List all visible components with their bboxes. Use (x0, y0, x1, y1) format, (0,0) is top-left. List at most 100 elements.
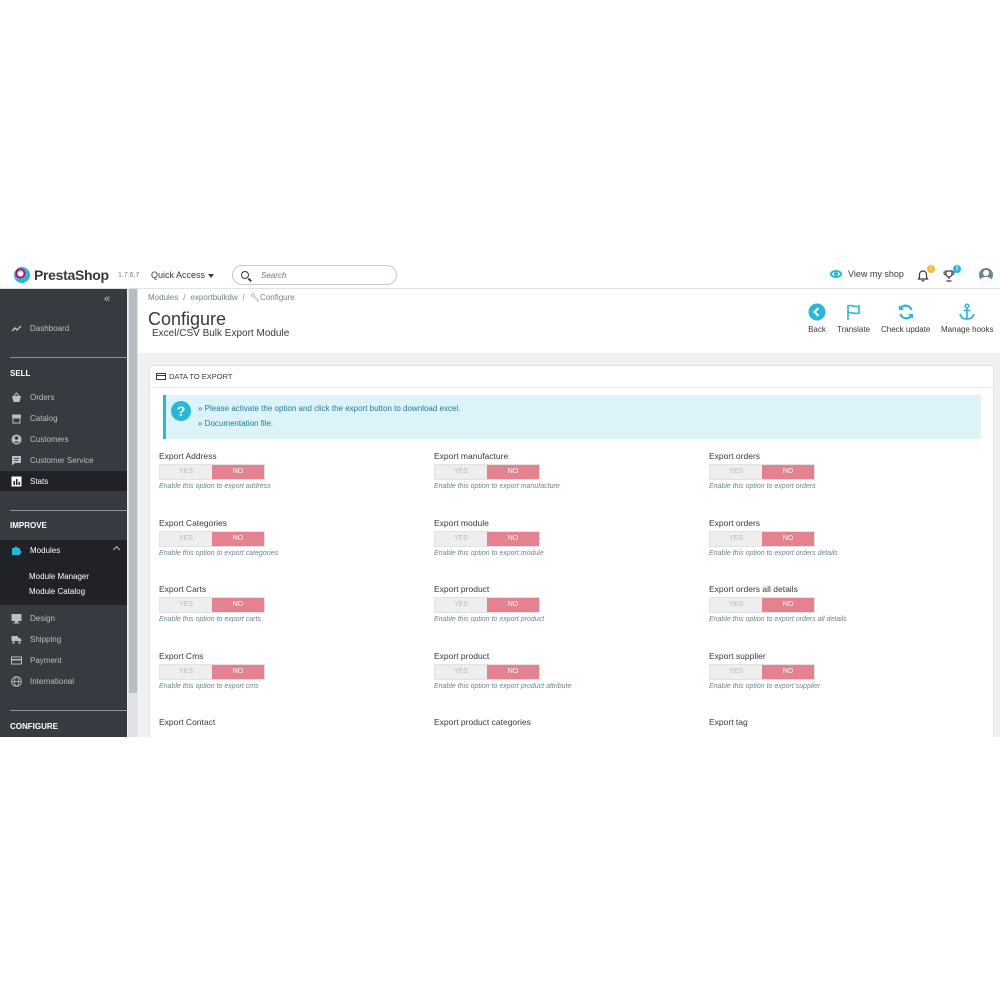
question-circle-icon: ? (171, 401, 191, 421)
sidebar-item-label: Orders (30, 392, 55, 402)
export-option-label: Export Categories (159, 518, 228, 528)
switch-yes-option[interactable]: YES (160, 598, 212, 612)
switch-yes-option[interactable]: YES (160, 465, 212, 479)
switch-yes-option[interactable]: YES (435, 532, 487, 546)
export-option: Export supplier YES NO Enable this option t… (709, 651, 969, 690)
sidebar-subitem-module-catalog[interactable]: Module Catalog (29, 587, 85, 596)
truck-icon (11, 635, 22, 644)
collapse-sidebar-icon[interactable]: « (104, 293, 110, 305)
breadcrumb-configure: 🔧︎Configure (250, 293, 295, 302)
switch-no-option[interactable]: NO (487, 465, 539, 479)
sidebar-item-label: Design (30, 613, 55, 623)
orders-notifications-button[interactable]: 2 (942, 265, 961, 283)
caret-down-icon (208, 273, 215, 278)
export-option-help: Enable this option to export cms (159, 683, 259, 690)
switch-no-option[interactable]: NO (487, 532, 539, 546)
sidebar-item-stats[interactable]: Stats (0, 471, 127, 491)
switch-no-option[interactable]: NO (487, 665, 539, 679)
export-option-help: Enable this option to export product att… (434, 683, 572, 690)
export-option-help: Enable this option to export categories (159, 550, 279, 557)
switch-yes-option[interactable]: YES (435, 598, 487, 612)
translate-button[interactable]: Translate (837, 303, 870, 334)
switch-yes-option[interactable]: YES (160, 665, 212, 679)
wrench-icon: 🔧︎ (249, 293, 261, 302)
switch-yes-option[interactable]: YES (710, 665, 762, 679)
sidebar-item-design[interactable]: Design (0, 608, 127, 628)
switch-yes-option[interactable]: YES (710, 598, 762, 612)
export-option-help: Enable this option to export supplier (709, 683, 821, 690)
panel-header: DATA TO EXPORT (150, 366, 993, 388)
globe-icon (11, 675, 22, 687)
search-input[interactable] (261, 270, 391, 280)
sidebar-item-shipping[interactable]: Shipping (0, 629, 127, 649)
export-option-label: Export product (434, 651, 490, 661)
export-option: Export product YES NO Enable this option to… (434, 651, 694, 690)
sidebar-subitem-module-manager[interactable]: Module Manager (29, 572, 89, 581)
switch-yes-option[interactable]: YES (160, 532, 212, 546)
sidebar-scrollbar[interactable] (128, 289, 138, 737)
export-option-help: Enable this option to export orders all … (709, 616, 847, 623)
credit-card-icon (156, 373, 166, 380)
sidebar-item-customers[interactable]: Customers (0, 429, 127, 449)
data-to-export-panel: DATA TO EXPORT ? » Please activate the o… (149, 365, 994, 737)
switch-no-option[interactable]: NO (212, 598, 264, 612)
switch-no-option[interactable]: NO (762, 532, 814, 546)
yes-no-switch: YES NO (159, 464, 265, 480)
switch-no-option[interactable]: NO (487, 598, 539, 612)
user-avatar[interactable] (979, 268, 993, 282)
switch-yes-option[interactable]: YES (435, 465, 487, 479)
puzzle-icon (12, 546, 22, 555)
switch-yes-option[interactable]: YES (710, 465, 762, 479)
sidebar-item-label: Payment (30, 655, 62, 665)
prestashop-admin: PrestaShop 1.7.6.7 Quick Access View my … (0, 263, 1000, 737)
sidebar-item-catalog[interactable]: Catalog (0, 408, 127, 428)
chevron-up-icon (112, 545, 121, 554)
translate-button-label: Translate (837, 325, 871, 334)
back-button[interactable]: Back (808, 303, 826, 334)
breadcrumb-modules[interactable]: Modules (148, 293, 178, 302)
breadcrumb-separator: / (242, 293, 245, 302)
monitor-icon (11, 613, 22, 623)
documentation-link[interactable]: » Documentation file. (198, 419, 273, 428)
section-title-improve: IMPROVE (10, 521, 47, 530)
view-shop-label: View my shop (848, 269, 904, 279)
sidebar-item-international[interactable]: International (0, 671, 127, 691)
anchor-icon (959, 303, 976, 320)
export-option-label: Export module (434, 518, 489, 528)
switch-no-option[interactable]: NO (762, 598, 814, 612)
sidebar-item-customer-service[interactable]: Customer Service (0, 450, 127, 470)
export-option: Export tag (709, 717, 969, 727)
switch-yes-option[interactable]: YES (435, 665, 487, 679)
export-option-label: Export product categories (434, 717, 531, 727)
export-option-help: Enable this option to export product (434, 616, 545, 623)
switch-no-option[interactable]: NO (212, 465, 264, 479)
modules-submenu: Module Manager Module Catalog (0, 557, 127, 605)
notifications-button[interactable]: 1 (916, 265, 935, 283)
sidebar-item-dashboard[interactable]: Dashboard (0, 318, 127, 338)
export-option-label: Export Cms (159, 651, 204, 661)
yes-no-switch: YES NO (709, 597, 815, 613)
export-option-label: Export orders (709, 518, 761, 528)
export-option: Export orders YES NO Enable this option to … (709, 451, 969, 490)
breadcrumb-configure-label: Configure (260, 293, 295, 302)
breadcrumb-module[interactable]: exportbulkdw (190, 293, 237, 302)
manage-hooks-button[interactable]: Manage hooks (941, 303, 993, 334)
logo[interactable]: PrestaShop (14, 267, 109, 283)
quick-access-dropdown[interactable]: Quick Access (151, 270, 215, 280)
search-icon[interactable] (241, 271, 249, 279)
yes-no-switch: YES NO (434, 464, 540, 480)
scrollbar-thumb[interactable] (129, 289, 137, 693)
info-alert: ? » Please activate the option and click… (163, 395, 981, 439)
switch-no-option[interactable]: NO (762, 665, 814, 679)
switch-no-option[interactable]: NO (212, 532, 264, 546)
check-update-button[interactable]: Check update (881, 303, 930, 334)
yes-no-switch: YES NO (434, 597, 540, 613)
view-shop-link[interactable]: View my shop (830, 269, 904, 279)
sidebar-item-orders[interactable]: Orders (0, 387, 127, 407)
export-option: Export Carts YES NO Enable this option to e… (159, 584, 419, 623)
switch-no-option[interactable]: NO (212, 665, 264, 679)
export-option: Export orders all details YES NO Enable thi… (709, 584, 969, 623)
switch-no-option[interactable]: NO (762, 465, 814, 479)
switch-yes-option[interactable]: YES (710, 532, 762, 546)
sidebar-item-payment[interactable]: Payment (0, 650, 127, 670)
